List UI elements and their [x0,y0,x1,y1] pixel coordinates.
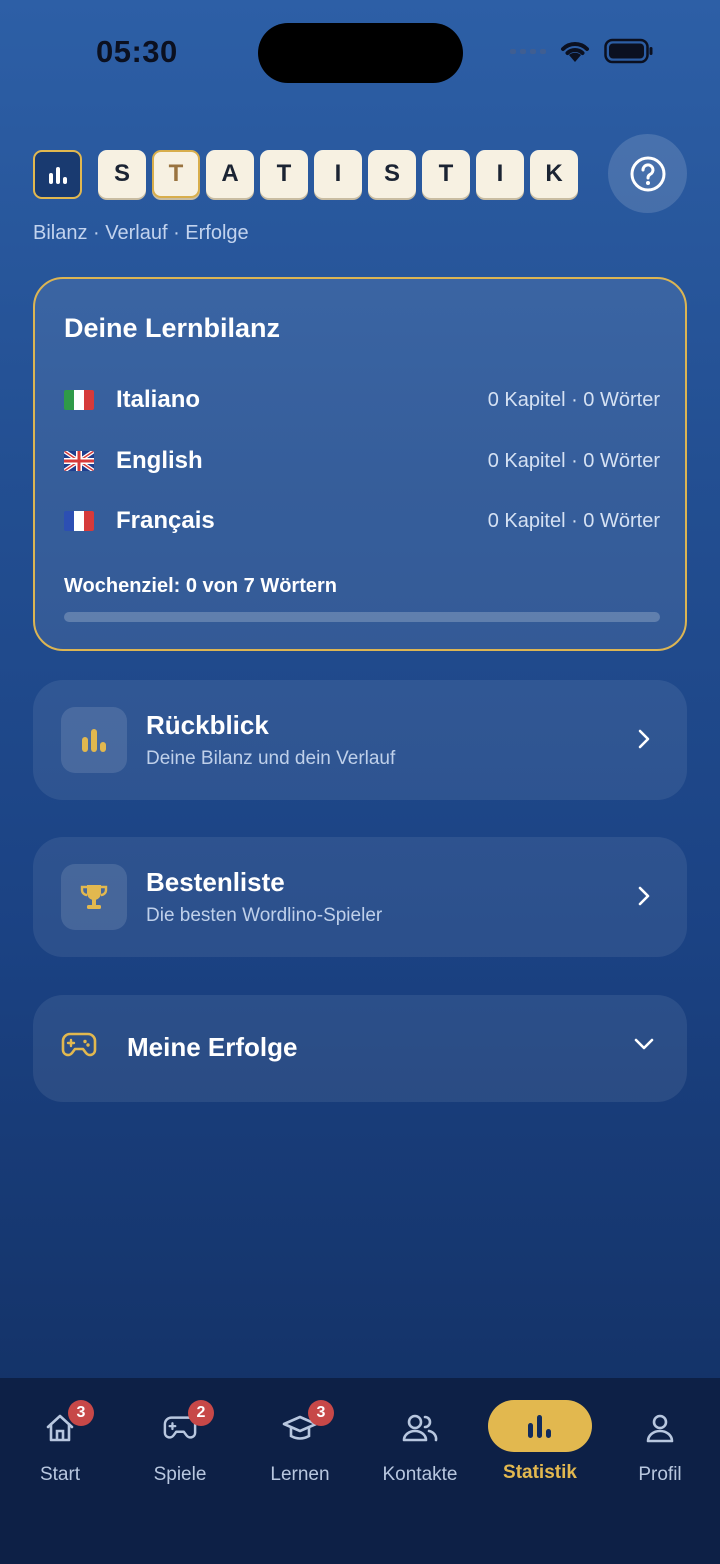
title-letter-tile: I [314,150,362,198]
tab-profil-icon-wrap [608,1408,712,1448]
statistics-logo-tile [33,150,82,199]
weekly-goal-label: Wochenziel: 0 von 7 Wörtern [64,575,337,597]
tab-label: Spiele [153,1464,207,1485]
language-stats: 0 Kapitel · 0 Wörter [487,388,660,411]
learning-summary-card: Deine Lernbilanz Italiano 0 Kapitel · 0 … [33,277,687,651]
tab-spiele-icon-wrap: 2 [128,1400,232,1448]
status-time: 05:30 [96,34,178,69]
title-letter-tile-highlighted: T [152,150,200,198]
gamepad-icon [61,1032,97,1057]
achievements-title: Meine Erfolge [127,1032,298,1062]
notification-badge: 3 [308,1400,334,1426]
dynamic-island [258,23,463,83]
tab-spiele[interactable]: 2 Spiele [120,1378,240,1488]
tab-statistik[interactable]: Statistik [480,1378,600,1488]
page-title-tiles: S T A T I S T I K [98,150,578,198]
chevron-right-icon [638,886,650,906]
tab-start-icon-wrap: 3 [8,1400,112,1448]
notification-badge: 3 [68,1400,94,1426]
leaderboard-icon-box [61,864,127,930]
weekly-goal-progress-bar [64,612,660,622]
france-flag-icon [64,511,94,531]
chevron-down-icon [634,1038,654,1050]
review-title: Rückblick [146,710,269,740]
language-row-english: English 0 Kapitel · 0 Wörter [64,443,660,479]
wifi-icon [561,42,589,62]
tab-label: Profil [638,1464,682,1485]
tab-label: Statistik [503,1462,577,1483]
uk-flag-icon [64,451,94,471]
tab-statistik-icon-wrap [488,1400,592,1452]
language-name: Italiano [116,386,201,413]
leaderboard-card[interactable]: Bestenliste Die besten Wordlino-Spieler [33,837,687,957]
trophy-icon [80,885,108,909]
title-letter-tile: A [206,150,254,198]
contacts-icon [402,1414,438,1442]
status-bar: 05:30 [0,0,720,100]
page-subtitle: Bilanz · Verlauf · Erfolge [33,222,249,244]
tab-label: Kontakte [382,1464,458,1485]
title-letter-tile: I [476,150,524,198]
review-description: Deine Bilanz und dein Verlauf [146,748,396,769]
language-row-french: Français 0 Kapitel · 0 Wörter [64,503,660,539]
bar-chart-icon [528,1415,551,1438]
tab-start[interactable]: 3 Start [0,1378,120,1488]
title-letter-tile: T [260,150,308,198]
review-card[interactable]: Rückblick Deine Bilanz und dein Verlauf [33,680,687,800]
tab-lernen[interactable]: 3 Lernen [240,1378,360,1488]
language-name: Français [116,507,215,534]
title-letter-tile: S [368,150,416,198]
leaderboard-description: Die besten Wordlino-Spieler [146,905,383,926]
tab-label: Lernen [270,1464,330,1485]
title-letter-tile: S [98,150,146,198]
question-mark-icon [630,156,665,191]
cellular-signal-icon [510,48,546,54]
tab-kontakte[interactable]: Kontakte [360,1378,480,1488]
language-stats: 0 Kapitel · 0 Wörter [487,449,660,472]
review-icon-box [61,707,127,773]
bottom-tab-bar: 3 Start 2 Spiele 3 Lernen Kontakte Stati… [0,1378,720,1564]
language-row-italian: Italiano 0 Kapitel · 0 Wörter [64,382,660,418]
language-name: English [116,447,203,474]
tab-lernen-icon-wrap: 3 [248,1400,352,1448]
bar-chart-icon [48,166,67,184]
tab-kontakte-icon-wrap [368,1408,472,1448]
summary-title: Deine Lernbilanz [64,313,281,343]
bar-chart-icon [82,729,106,752]
leaderboard-title: Bestenliste [146,867,285,897]
italy-flag-icon [64,390,94,410]
battery-icon [604,38,653,64]
tab-label: Start [39,1464,81,1485]
tab-profil[interactable]: Profil [600,1378,720,1488]
status-icons [510,38,654,64]
title-letter-tile: K [530,150,578,198]
title-letter-tile: T [422,150,470,198]
person-icon [646,1414,674,1443]
chevron-right-icon [638,729,650,749]
language-stats: 0 Kapitel · 0 Wörter [487,509,660,532]
achievements-card[interactable]: Meine Erfolge [33,995,687,1102]
page-header: S T A T I S T I K [33,134,687,214]
help-button[interactable] [608,134,687,213]
notification-badge: 2 [188,1400,214,1426]
